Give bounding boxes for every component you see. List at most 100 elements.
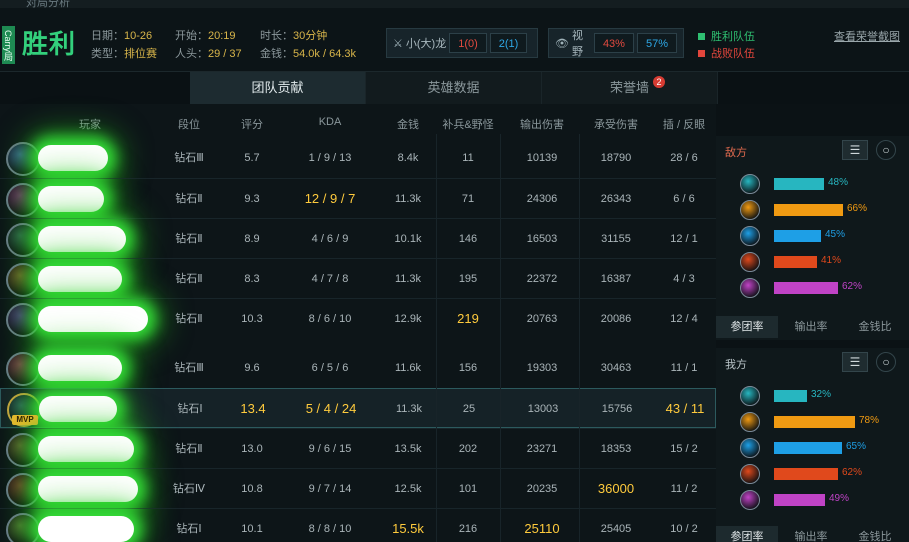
champion-avatar[interactable] [6, 352, 40, 386]
ally-panel: 我方 ☰ ○ 32% 78% 65% 62% 49% 参团率 输出率 金钱比 [716, 348, 909, 542]
champion-avatar[interactable] [6, 433, 40, 467]
redacted-player-name [38, 516, 134, 542]
enemy-panel-title: 敌方 [725, 147, 747, 159]
cell-taken: 36000 [597, 481, 635, 496]
start-meta: 开始：20:19 [175, 27, 236, 43]
column-divider [436, 134, 437, 542]
col-header-rank: 段位 [178, 119, 200, 131]
table-row[interactable]: 钻石Ⅲ 5.7 1 / 9 / 13 8.4k 11 10139 18790 28 / 6 [0, 138, 716, 178]
participation-bar [774, 204, 843, 216]
champion-avatar[interactable] [6, 183, 40, 217]
table-row[interactable]: 钻石Ⅳ 10.8 9 / 7 / 14 12.5k 101 20235 36000 11 / … [0, 468, 716, 508]
ally-tab-gold-ratio[interactable]: 金钱比 [844, 526, 906, 542]
cell-kda: 8 / 6 / 10 [308, 313, 352, 325]
table-row[interactable]: 钻石Ⅰ 10.1 8 / 8 / 10 15.5k 216 25110 25405 10 / … [0, 508, 716, 542]
kills-label: 人头： [175, 48, 208, 60]
cell-dmg: 23271 [526, 443, 558, 455]
sort-icon[interactable]: ☰ [842, 352, 868, 372]
table-row[interactable]: 钻石Ⅱ 13.0 9 / 6 / 15 13.5k 202 23271 18353 15 / … [0, 428, 716, 468]
table-row[interactable]: 钻石Ⅱ 10.3 8 / 6 / 10 12.9k 219 20763 20086 12 / … [0, 298, 716, 338]
champion-mini-avatar [740, 278, 760, 298]
champion-avatar[interactable] [6, 303, 40, 337]
participation-bar [774, 282, 838, 294]
cell-score: 10.8 [241, 483, 263, 495]
cell-gold: 11.3k [394, 193, 422, 205]
cell-kda: 9 / 7 / 14 [308, 483, 352, 495]
cell-score: 9.3 [244, 193, 260, 205]
duration-label: 时长： [260, 30, 293, 42]
cell-rank: 钻石Ⅱ [175, 233, 203, 245]
ally-tab-damage-ratio[interactable]: 输出率 [780, 526, 842, 542]
table-row[interactable]: MVP 钻石Ⅰ 13.4 5 / 4 / 24 11.3k 25 13003 15756 43 … [0, 388, 716, 428]
champion-avatar[interactable] [6, 223, 40, 257]
cell-score: 10.1 [241, 523, 263, 535]
champion-mini-avatar [740, 438, 760, 458]
cell-taken: 15756 [601, 403, 633, 415]
participation-percent: 66% [847, 203, 868, 214]
cell-gold: 13.5k [394, 443, 422, 455]
cell-taken: 16387 [600, 273, 632, 285]
participation-row: 66% [740, 200, 909, 220]
col-header-gold: 金钱 [397, 119, 419, 131]
view-honor-screenshot-link[interactable]: 查看荣誉截图 [834, 28, 900, 44]
cell-gold: 10.1k [394, 233, 422, 245]
table-row[interactable]: 钻石Ⅲ 9.6 6 / 5 / 6 11.6k 156 19303 30463 11 / 1 [0, 348, 716, 388]
ally-tab-participation[interactable]: 参团率 [716, 526, 778, 542]
tab-team-contribution[interactable]: 团队贡献 [190, 72, 366, 104]
ally-panel-tabs: 参团率 输出率 金钱比 [716, 526, 909, 542]
cell-rank: 钻石Ⅱ [175, 273, 203, 285]
kills-meta: 人头：29 / 37 [175, 45, 242, 61]
participation-bar [774, 416, 855, 428]
champion-mini-avatar [740, 174, 760, 194]
col-header-damage: 输出伤害 [520, 119, 564, 131]
cell-gold: 12.9k [394, 313, 422, 325]
champion-mini-avatar [740, 252, 760, 272]
table-row[interactable]: 钻石Ⅱ 8.9 4 / 6 / 9 10.1k 146 16503 31155 12 / 1 [0, 218, 716, 258]
redacted-player-name [38, 476, 138, 502]
vision-stat-box: 👁 视野 43% 57% [548, 28, 684, 58]
champion-avatar[interactable] [6, 263, 40, 297]
honor-wall-badge: 2 [653, 76, 665, 88]
vision-blue-value: 57% [636, 33, 677, 53]
participation-percent: 45% [825, 229, 846, 240]
cell-score: 8.3 [244, 273, 260, 285]
mvp-badge: MVP [12, 415, 38, 425]
date-value: 10-26 [124, 30, 153, 42]
cell-dmg: 19303 [526, 362, 558, 374]
enemy-tab-participation[interactable]: 参团率 [716, 316, 778, 338]
legend-win-swatch [698, 33, 705, 40]
toggle-circle-icon[interactable]: ○ [876, 352, 896, 372]
champion-avatar[interactable] [6, 473, 40, 507]
cell-kda: 6 / 5 / 6 [311, 362, 349, 374]
table-row[interactable]: 钻石Ⅱ 9.3 12 / 9 / 7 11.3k 71 24306 26343 6 / 6 [0, 178, 716, 218]
table-row[interactable]: 钻石Ⅱ 8.3 4 / 7 / 8 11.3k 195 22372 16387 4 / 3 [0, 258, 716, 298]
column-divider [579, 134, 580, 542]
cell-cs: 156 [458, 362, 478, 374]
champion-avatar[interactable] [6, 142, 40, 176]
sort-icon[interactable]: ☰ [842, 140, 868, 160]
redacted-player-name [38, 145, 108, 171]
cell-rank: 钻石Ⅱ [175, 443, 203, 455]
enemy-tab-damage-ratio[interactable]: 输出率 [780, 316, 842, 338]
sword-icon: ⚔ [393, 37, 403, 50]
redacted-player-name [39, 396, 117, 422]
participation-percent: 41% [821, 255, 842, 266]
tab-honor-wall[interactable]: 荣誉墙 [542, 72, 718, 104]
champion-avatar[interactable] [6, 513, 40, 542]
enemy-tab-gold-ratio[interactable]: 金钱比 [844, 316, 906, 338]
toggle-circle-icon[interactable]: ○ [876, 140, 896, 160]
match-analysis-window: 对局分析 Carry局 胜利 日期：10-26 类型：排位赛 开始：20:19 … [0, 0, 909, 542]
tab-hero-data[interactable]: 英雄数据 [366, 72, 542, 104]
champion-mini-avatar [740, 412, 760, 432]
cell-rank: 钻石Ⅰ [176, 523, 202, 535]
cell-rank: 钻石Ⅳ [172, 483, 206, 495]
start-value: 20:19 [208, 30, 236, 42]
cell-wards: 12 / 1 [670, 233, 698, 245]
cell-gold: 8.4k [397, 152, 419, 164]
cell-score: 5.7 [244, 152, 260, 164]
title-strip: 对局分析 [0, 0, 909, 9]
participation-percent: 78% [859, 415, 880, 426]
col-header-score: 评分 [241, 119, 263, 131]
cell-wards: 11 / 1 [670, 362, 698, 374]
cell-wards: 15 / 2 [670, 443, 698, 455]
